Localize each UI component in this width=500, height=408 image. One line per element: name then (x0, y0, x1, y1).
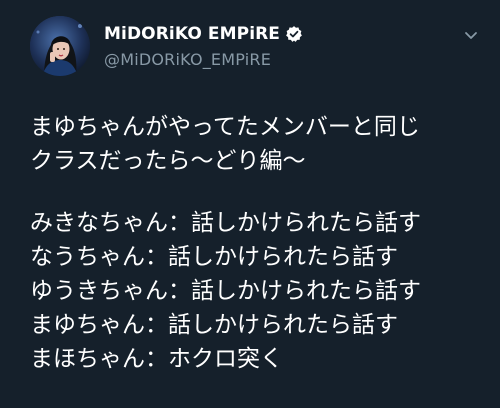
tweet-list-line: まほちゃん：ホクロ突く (30, 346, 283, 372)
tweet-list-line: みきなちゃん：話しかけられたら話す (30, 210, 421, 236)
verified-badge-icon (285, 25, 303, 43)
avatar-photo (30, 16, 90, 76)
tweet-intro-line: まゆちゃんがやってたメンバーと同じ (30, 114, 420, 140)
author-display-name[interactable]: MiDORiKO EMPiRE (104, 24, 280, 44)
author-name-row[interactable]: MiDORiKO EMPiRE (104, 22, 303, 46)
tweet-list-line: ゆうきちゃん：話しかけられたら話す (30, 278, 421, 304)
tweet-card: MiDORiKO EMPiRE @MiDORiKO_EMPiRE まゆちゃんがや… (0, 0, 500, 408)
author-handle[interactable]: @MiDORiKO_EMPiRE (104, 50, 271, 69)
chevron-down-icon[interactable] (462, 26, 480, 44)
tweet-intro: まゆちゃんがやってたメンバーと同じ クラスだったら〜どり編〜 (30, 110, 490, 178)
tweet-text: まゆちゃんがやってたメンバーと同じ クラスだったら〜どり編〜 みきなちゃん：話し… (30, 110, 490, 376)
tweet-intro-line: クラスだったら〜どり編〜 (30, 148, 306, 174)
tweet-list-line: まゆちゃん：話しかけられたら話す (30, 312, 398, 338)
avatar[interactable] (30, 16, 90, 76)
tweet-list: みきなちゃん：話しかけられたら話す なうちゃん：話しかけられたら話す ゆうきちゃ… (30, 206, 490, 376)
tweet-list-line: なうちゃん：話しかけられたら話す (30, 244, 398, 270)
